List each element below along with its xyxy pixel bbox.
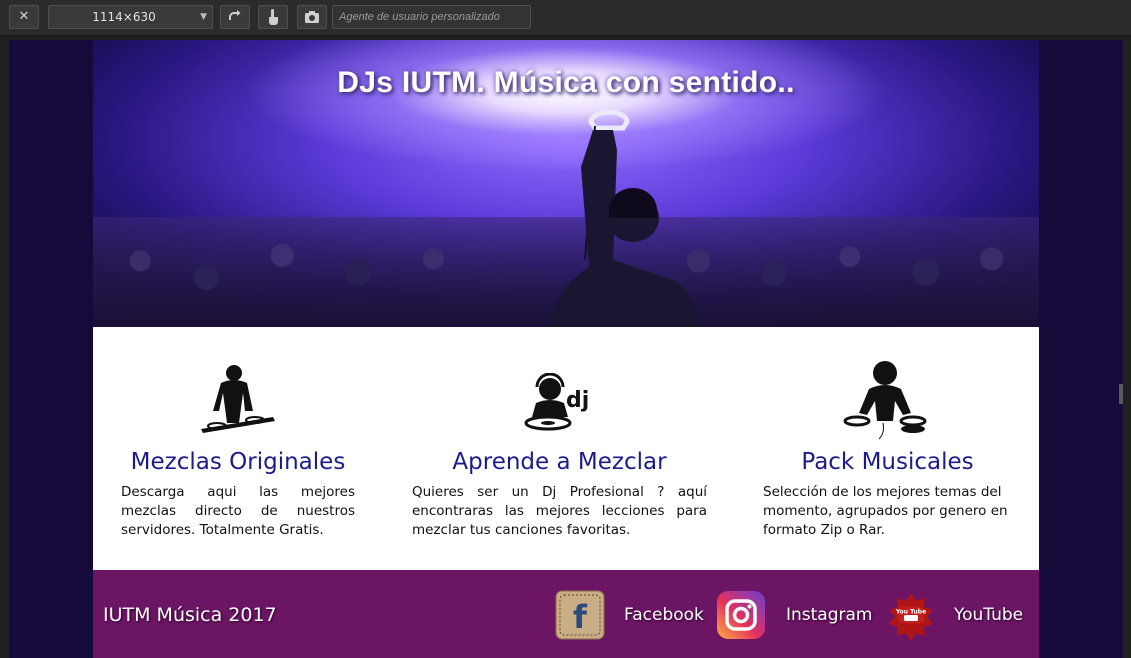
close-icon[interactable]: ✕ bbox=[9, 5, 39, 29]
camera-icon[interactable] bbox=[297, 5, 327, 29]
facebook-icon[interactable]: f bbox=[555, 590, 605, 640]
dj-silhouette-image bbox=[549, 110, 699, 327]
features-section: Mezclas Originales Descarga aqui las mej… bbox=[93, 327, 1039, 570]
feature-mezclas: Mezclas Originales Descarga aqui las mej… bbox=[121, 327, 355, 570]
feature-text: Quieres ser un Dj Profesional ? aquí enc… bbox=[412, 484, 707, 538]
viewport-size-select[interactable]: 1114×630 ▼ bbox=[48, 5, 213, 29]
feature-text: Descarga aqui las mejores mezclas direct… bbox=[121, 484, 355, 538]
web-page: DJs IUTM. Música con sentido.. Mezclas O… bbox=[93, 40, 1039, 658]
user-agent-input[interactable]: Agente de usuario personalizado bbox=[332, 5, 531, 29]
hero-title: DJs IUTM. Música con sentido.. bbox=[337, 66, 795, 99]
dj-turntables-icon bbox=[843, 359, 927, 440]
hero-banner: DJs IUTM. Música con sentido.. bbox=[93, 40, 1039, 327]
device-toolbar: ✕ 1114×630 ▼ Agente de usuario personali… bbox=[0, 0, 1131, 36]
youtube-badge-text: You Tube bbox=[895, 609, 926, 616]
social-label[interactable]: Facebook bbox=[624, 605, 704, 625]
user-agent-placeholder: Agente de usuario personalizado bbox=[339, 11, 500, 23]
resize-handle[interactable] bbox=[1119, 384, 1123, 404]
dj-mixer-icon bbox=[201, 365, 275, 433]
feature-title: Aprende a Mezclar bbox=[452, 449, 667, 475]
social-label[interactable]: YouTube bbox=[954, 605, 1023, 625]
facebook-glyph: f bbox=[573, 598, 588, 636]
feature-aprende: dj Aprende a Mezclar Quieres ser un Dj P… bbox=[412, 327, 707, 570]
rotate-icon[interactable] bbox=[220, 5, 250, 29]
device-viewport: DJs IUTM. Música con sentido.. Mezclas O… bbox=[9, 40, 1123, 658]
footer-brand: IUTM Música 2017 bbox=[103, 604, 277, 626]
touch-icon[interactable] bbox=[258, 5, 288, 29]
feature-text: Selección de los mejores temas del momen… bbox=[763, 484, 1008, 538]
feature-title: Mezclas Originales bbox=[130, 449, 346, 475]
dj-logo-text: dj bbox=[566, 388, 589, 413]
viewport-size-value: 1114×630 bbox=[92, 10, 156, 24]
dj-headphones-icon: dj bbox=[524, 373, 589, 431]
site-footer: IUTM Música 2017 f Facebook Instagram Yo… bbox=[93, 570, 1039, 658]
chevron-down-icon: ▼ bbox=[200, 12, 207, 22]
instagram-icon[interactable] bbox=[716, 590, 766, 640]
youtube-icon[interactable]: You Tube bbox=[886, 590, 936, 640]
feature-pack: Pack Musicales Selección de los mejores … bbox=[763, 327, 1012, 570]
feature-title: Pack Musicales bbox=[801, 449, 974, 475]
social-label[interactable]: Instagram bbox=[786, 605, 873, 625]
